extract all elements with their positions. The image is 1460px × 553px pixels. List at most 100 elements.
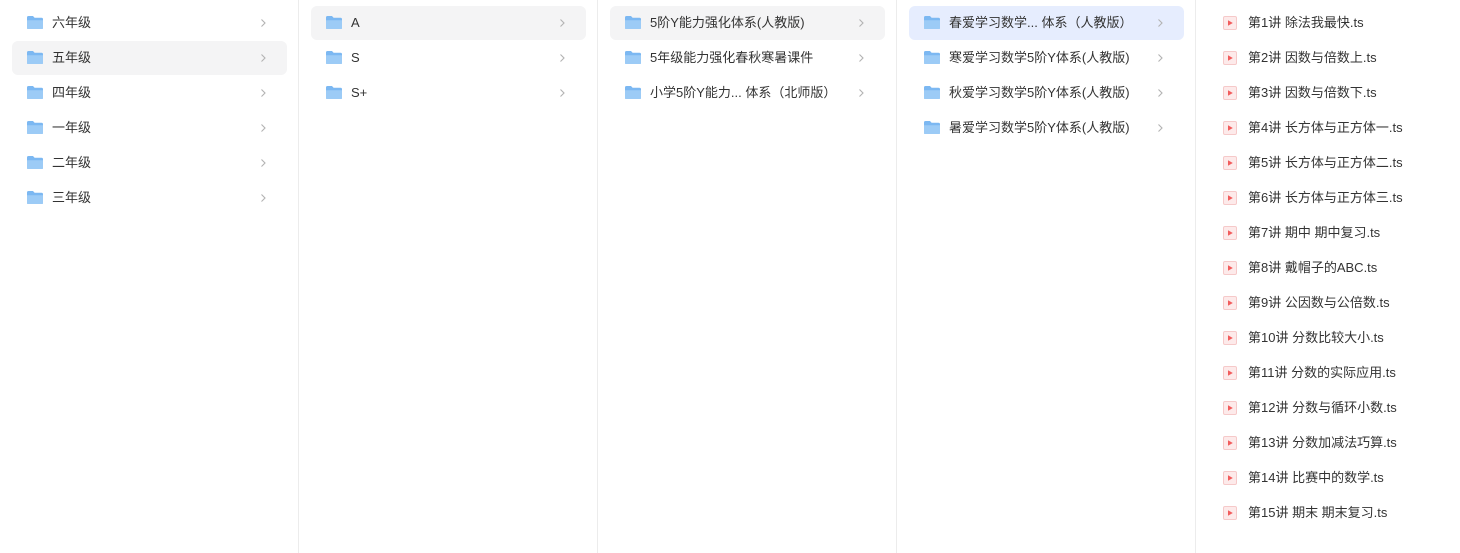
video-file-icon — [1223, 366, 1237, 380]
file-item[interactable]: 第7讲 期中 期中复习.ts — [1208, 216, 1448, 250]
column-season[interactable]: 春爱学习数学... 体系（人教版） 寒爱学习数学5阶Y体系(人教版) 秋爱学习数学5… — [897, 0, 1196, 553]
item-label: 5年级能力强化春秋寒暑课件 — [650, 50, 814, 65]
video-file-icon — [1223, 121, 1237, 135]
chevron-right-icon — [1158, 54, 1163, 62]
video-file-icon — [1223, 471, 1237, 485]
column-series[interactable]: 5阶Y能力强化体系(人教版) 5年级能力强化春秋寒暑课件小学5阶Y能力... 体系… — [598, 0, 897, 553]
file-item[interactable]: 第2讲 因数与倍数上.ts — [1208, 41, 1448, 75]
column-browser: 六年级 五年级四年级一年级二年级三年级 A S S+ 5阶Y能力强化体系(人教版) 5年… — [0, 0, 1460, 553]
item-label: 5阶Y能力强化体系(人教版) — [650, 15, 805, 30]
item-label: S — [351, 50, 360, 65]
folder-item[interactable]: 秋爱学习数学5阶Y体系(人教版) — [909, 76, 1184, 110]
item-label: 第4讲 长方体与正方体一.ts — [1248, 120, 1403, 135]
video-file-icon — [1223, 226, 1237, 240]
chevron-right-icon — [261, 19, 266, 27]
item-label: 一年级 — [52, 120, 92, 135]
column-files[interactable]: 第1讲 除法我最快.ts 第2讲 因数与倍数上.ts 第3讲 因数与倍数下.ts 第4… — [1196, 0, 1460, 553]
file-item[interactable]: 第1讲 除法我最快.ts — [1208, 6, 1448, 40]
item-label: A — [351, 15, 360, 30]
item-label: 第6讲 长方体与正方体三.ts — [1248, 190, 1403, 205]
chevron-right-icon — [1158, 124, 1163, 132]
folder-item[interactable]: S+ — [311, 76, 586, 110]
column-level[interactable]: A S S+ — [299, 0, 598, 553]
folder-item[interactable]: 小学5阶Y能力... 体系（北师版） — [610, 76, 885, 110]
folder-icon — [924, 51, 940, 64]
item-label: 第5讲 长方体与正方体二.ts — [1248, 155, 1403, 170]
item-label: 第7讲 期中 期中复习.ts — [1248, 225, 1381, 240]
file-item[interactable]: 第3讲 因数与倍数下.ts — [1208, 76, 1448, 110]
video-file-icon — [1223, 51, 1237, 65]
video-file-icon — [1223, 16, 1237, 30]
video-file-icon — [1223, 436, 1237, 450]
file-item[interactable]: 第9讲 公因数与公倍数.ts — [1208, 286, 1448, 320]
video-file-icon — [1223, 296, 1237, 310]
folder-item[interactable]: 二年级 — [12, 146, 287, 180]
item-label: S+ — [351, 85, 368, 100]
chevron-right-icon — [859, 89, 864, 97]
chevron-right-icon — [560, 54, 565, 62]
video-file-icon — [1223, 86, 1237, 100]
folder-item[interactable]: 暑爱学习数学5阶Y体系(人教版) — [909, 111, 1184, 145]
folder-item[interactable]: 三年级 — [12, 181, 287, 215]
folder-item[interactable]: 5阶Y能力强化体系(人教版) — [610, 6, 885, 40]
folder-icon — [27, 121, 43, 134]
item-label: 第14讲 比赛中的数学.ts — [1248, 470, 1384, 485]
file-item[interactable]: 第10讲 分数比较大小.ts — [1208, 321, 1448, 355]
chevron-right-icon — [261, 159, 266, 167]
item-label: 秋爱学习数学5阶Y体系(人教版) — [949, 85, 1130, 100]
folder-item[interactable]: A — [311, 6, 586, 40]
folder-item[interactable]: 六年级 — [12, 6, 287, 40]
file-item[interactable]: 第5讲 长方体与正方体二.ts — [1208, 146, 1448, 180]
column-grade[interactable]: 六年级 五年级四年级一年级二年级三年级 — [0, 0, 299, 553]
folder-icon — [27, 86, 43, 99]
file-item[interactable]: 第8讲 戴帽子的ABC.ts — [1208, 251, 1448, 285]
folder-item[interactable]: 四年级 — [12, 76, 287, 110]
item-label: 第3讲 因数与倍数下.ts — [1248, 85, 1377, 100]
file-item[interactable]: 第4讲 长方体与正方体一.ts — [1208, 111, 1448, 145]
chevron-right-icon — [1158, 19, 1163, 27]
folder-icon — [27, 156, 43, 169]
item-label: 小学5阶Y能力... 体系（北师版） — [650, 85, 837, 100]
folder-icon — [326, 16, 342, 29]
folder-item[interactable]: 春爱学习数学... 体系（人教版） — [909, 6, 1184, 40]
chevron-right-icon — [261, 194, 266, 202]
folder-icon — [625, 16, 641, 29]
chevron-right-icon — [859, 54, 864, 62]
item-label: 第15讲 期末 期末复习.ts — [1248, 505, 1388, 520]
file-item[interactable]: 第15讲 期末 期末复习.ts — [1208, 496, 1448, 530]
item-label: 第11讲 分数的实际应用.ts — [1248, 365, 1396, 380]
folder-item[interactable]: 5年级能力强化春秋寒暑课件 — [610, 41, 885, 75]
item-label: 第13讲 分数加减法巧算.ts — [1248, 435, 1397, 450]
file-item[interactable]: 第12讲 分数与循环小数.ts — [1208, 391, 1448, 425]
folder-icon — [326, 51, 342, 64]
item-label: 暑爱学习数学5阶Y体系(人教版) — [949, 120, 1130, 135]
folder-icon — [924, 121, 940, 134]
folder-icon — [27, 16, 43, 29]
item-label: 三年级 — [52, 190, 92, 205]
video-file-icon — [1223, 506, 1237, 520]
folder-item[interactable]: 一年级 — [12, 111, 287, 145]
folder-item[interactable]: S — [311, 41, 586, 75]
folder-icon — [326, 86, 342, 99]
video-file-icon — [1223, 191, 1237, 205]
folder-item[interactable]: 寒爱学习数学5阶Y体系(人教版) — [909, 41, 1184, 75]
video-file-icon — [1223, 156, 1237, 170]
file-item[interactable]: 第6讲 长方体与正方体三.ts — [1208, 181, 1448, 215]
item-label: 春爱学习数学... 体系（人教版） — [949, 15, 1133, 30]
item-label: 第12讲 分数与循环小数.ts — [1248, 400, 1397, 415]
folder-icon — [27, 51, 43, 64]
item-label: 寒爱学习数学5阶Y体系(人教版) — [949, 50, 1130, 65]
folder-icon — [924, 86, 940, 99]
item-label: 四年级 — [52, 85, 92, 100]
file-item[interactable]: 第14讲 比赛中的数学.ts — [1208, 461, 1448, 495]
folder-item[interactable]: 五年级 — [12, 41, 287, 75]
file-item[interactable]: 第11讲 分数的实际应用.ts — [1208, 356, 1448, 390]
chevron-right-icon — [261, 124, 266, 132]
item-label: 二年级 — [52, 155, 92, 170]
folder-icon — [27, 191, 43, 204]
item-label: 第10讲 分数比较大小.ts — [1248, 330, 1384, 345]
folder-icon — [625, 51, 641, 64]
item-label: 第1讲 除法我最快.ts — [1248, 15, 1364, 30]
file-item[interactable]: 第13讲 分数加减法巧算.ts — [1208, 426, 1448, 460]
chevron-right-icon — [261, 54, 266, 62]
